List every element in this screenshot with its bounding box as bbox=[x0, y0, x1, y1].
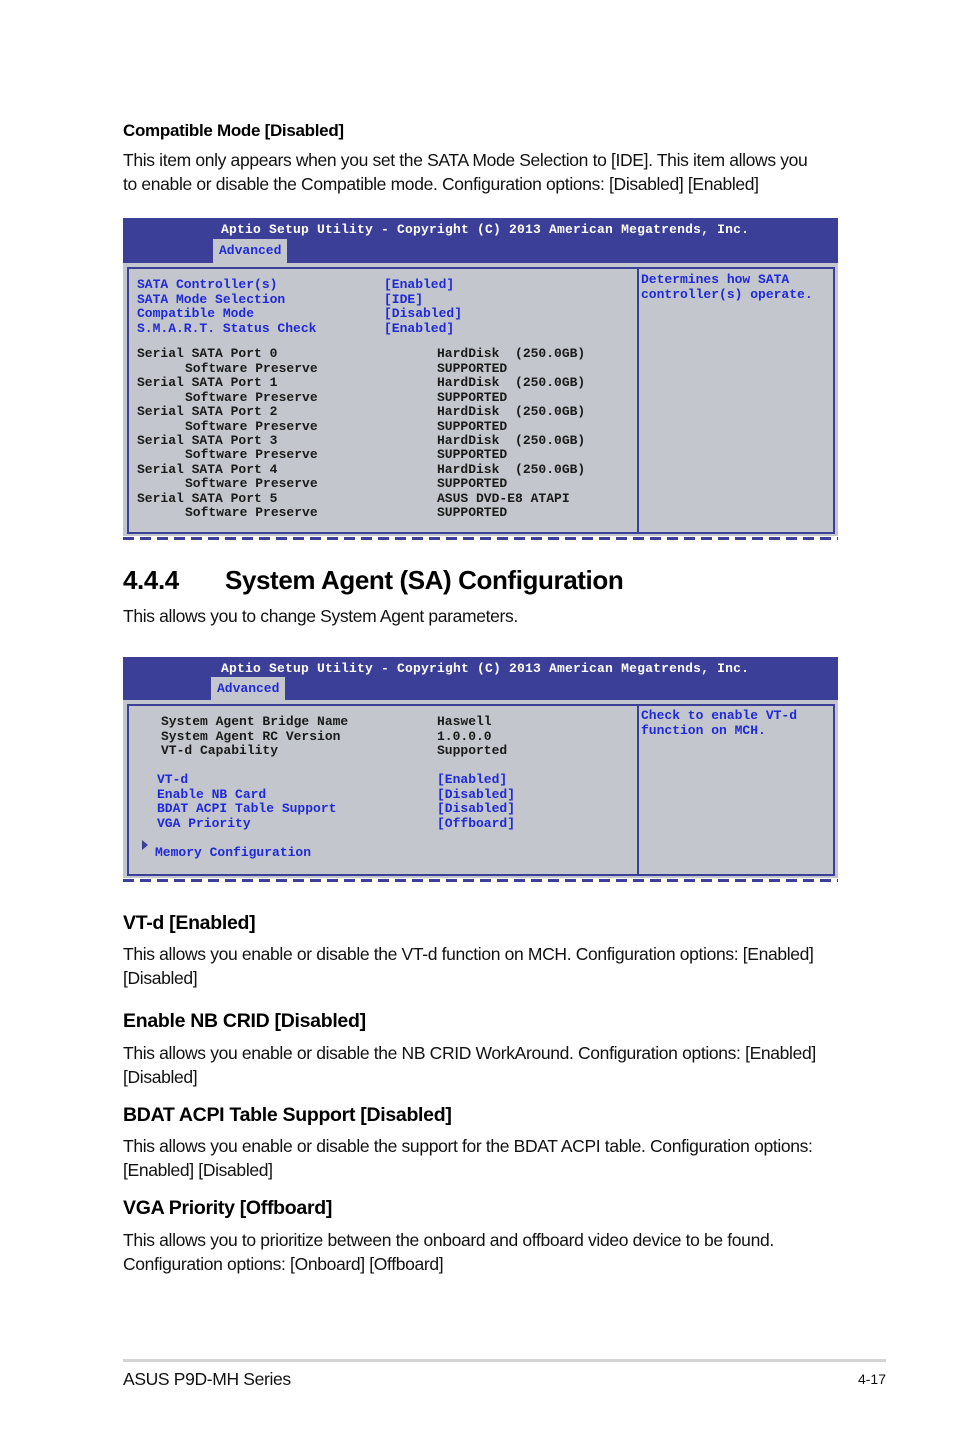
section-title: System Agent (SA) Configuration bbox=[225, 565, 624, 595]
port-label: Serial SATA Port 3 bbox=[137, 432, 278, 448]
description-line: [Disabled] bbox=[123, 967, 198, 988]
bios-body: SATA Controller(s) [Enabled] SATA Mode S… bbox=[127, 267, 835, 534]
setting-value[interactable]: [Disabled] bbox=[384, 306, 462, 322]
footer-rule bbox=[123, 1359, 886, 1362]
bios-bottom-dashes bbox=[123, 537, 838, 540]
port-sub-label: Software Preserve bbox=[185, 360, 318, 376]
bios-bottom-dashes bbox=[123, 879, 838, 882]
setting-label[interactable]: S.M.A.R.T. Status Check bbox=[137, 321, 316, 337]
port-device: ASUS DVD-E8 ATAPI bbox=[437, 490, 570, 506]
footer-product: ASUS P9D-MH Series bbox=[123, 1369, 291, 1389]
port-sub-label: Software Preserve bbox=[185, 418, 318, 434]
help-line: Check to enable VT-d bbox=[641, 708, 798, 723]
info-label: System Agent RC Version bbox=[161, 728, 341, 744]
port-sub-value: SUPPORTED bbox=[437, 476, 508, 491]
setting-vga-priority[interactable]: VGA Priority bbox=[157, 816, 251, 832]
bios-title: Aptio Setup Utility - Copyright (C) 2013… bbox=[221, 222, 750, 237]
tab-advanced[interactable]: Advanced bbox=[211, 677, 286, 700]
setting-vga-priority-value[interactable]: [Offboard] bbox=[437, 816, 515, 832]
port-label: Serial SATA Port 0 bbox=[137, 346, 278, 361]
port-sub-value: SUPPORTED bbox=[437, 505, 508, 520]
description-line: to enable or disable the Compatible mode… bbox=[123, 173, 759, 194]
bios-screen-sata: Aptio Setup Utility - Copyright (C) 2013… bbox=[123, 218, 838, 536]
description-line: This item only appears when you set the … bbox=[123, 150, 808, 170]
info-value: Supported bbox=[437, 743, 508, 758]
help-line: Determines how SATA bbox=[641, 272, 790, 287]
setting-enable-nb-card[interactable]: Enable NB Card bbox=[157, 787, 266, 803]
bios-header: Aptio Setup Utility - Copyright (C) 2013… bbox=[123, 657, 838, 700]
vga-priority-heading: VGA Priority [Offboard] bbox=[123, 1197, 333, 1219]
port-label: Serial SATA Port 5 bbox=[137, 490, 278, 506]
description-line: This allows you to prioritize between th… bbox=[123, 1230, 774, 1250]
port-sub-label: Software Preserve bbox=[185, 389, 318, 405]
description-line: Configuration options: [Onboard] [Offboa… bbox=[123, 1253, 444, 1274]
page-number: 4-17 bbox=[857, 1371, 886, 1387]
port-sub-value: SUPPORTED bbox=[437, 360, 508, 376]
bdat-acpi-description: This allows you enable or disable the su… bbox=[123, 1135, 843, 1182]
enable-nb-crid-heading: Enable NB CRID [Disabled] bbox=[123, 1010, 366, 1032]
setting-vt-d[interactable]: VT-d bbox=[157, 772, 188, 788]
setting-label[interactable]: SATA Controller(s) bbox=[137, 277, 277, 293]
setting-value[interactable]: [IDE] bbox=[384, 292, 423, 308]
port-label: Serial SATA Port 1 bbox=[137, 375, 278, 390]
port-sub-value: SUPPORTED bbox=[437, 447, 508, 462]
compatible-mode-description: This item only appears when you set the … bbox=[123, 149, 843, 196]
help-line: controller(s) operate. bbox=[641, 286, 813, 302]
setting-enable-nb-card-value[interactable]: [Disabled] bbox=[437, 787, 515, 803]
setting-bdat-acpi-value[interactable]: [Disabled] bbox=[437, 801, 515, 817]
vt-d-heading: VT-d [Enabled] bbox=[123, 912, 256, 934]
port-sub-label: Software Preserve bbox=[185, 505, 318, 520]
enable-nb-crid-description: This allows you enable or disable the NB… bbox=[123, 1042, 843, 1089]
port-device: HardDisk (250.0GB) bbox=[437, 346, 586, 361]
section-heading: 4.4.4 System Agent (SA) Configuration bbox=[123, 565, 624, 596]
info-value: 1.0.0.0 bbox=[437, 728, 492, 744]
bios-body: System Agent Bridge Name Haswell System … bbox=[127, 704, 835, 876]
vga-priority-description: This allows you to prioritize between th… bbox=[123, 1229, 843, 1276]
submenu-arrow-icon bbox=[142, 840, 148, 850]
port-sub-value: SUPPORTED bbox=[437, 389, 508, 405]
description-line: This allows you enable or disable the VT… bbox=[123, 944, 814, 964]
port-label: Serial SATA Port 4 bbox=[137, 461, 278, 477]
submenu-memory-configuration[interactable]: Memory Configuration bbox=[155, 845, 311, 861]
description-line: [Disabled] bbox=[123, 1066, 198, 1087]
setting-label[interactable]: SATA Mode Selection bbox=[137, 292, 285, 308]
info-label: VT-d Capability bbox=[161, 743, 279, 758]
bios-header: Aptio Setup Utility - Copyright (C) 2013… bbox=[123, 218, 838, 263]
tab-advanced[interactable]: Advanced bbox=[213, 239, 288, 263]
setting-bdat-acpi[interactable]: BDAT ACPI Table Support bbox=[157, 801, 336, 817]
info-value: Haswell bbox=[437, 714, 492, 729]
section-description: This allows you to change System Agent p… bbox=[123, 606, 518, 626]
port-device: HardDisk (250.0GB) bbox=[437, 432, 586, 448]
section-number: 4.4.4 bbox=[123, 565, 179, 595]
bios-settings-pane: System Agent Bridge Name Haswell System … bbox=[129, 706, 639, 874]
description-line: [Enabled] [Disabled] bbox=[123, 1159, 273, 1180]
description-line: This allows you enable or disable the NB… bbox=[123, 1043, 816, 1063]
help-text: Check to enable VT-d function on MCH. bbox=[641, 708, 798, 738]
description-line: This allows you enable or disable the su… bbox=[123, 1136, 813, 1156]
port-sub-value: SUPPORTED bbox=[437, 418, 508, 434]
setting-value[interactable]: [Enabled] bbox=[384, 277, 454, 293]
port-sub-label: Software Preserve bbox=[185, 447, 318, 462]
setting-label[interactable]: Compatible Mode bbox=[137, 306, 254, 322]
help-line: function on MCH. bbox=[641, 722, 766, 738]
help-text: Determines how SATA controller(s) operate… bbox=[641, 272, 813, 302]
bdat-acpi-heading: BDAT ACPI Table Support [Disabled] bbox=[123, 1104, 452, 1126]
info-label: System Agent Bridge Name bbox=[161, 714, 349, 729]
bios-settings-pane: SATA Controller(s) [Enabled] SATA Mode S… bbox=[129, 269, 639, 532]
port-device: HardDisk (250.0GB) bbox=[437, 375, 586, 390]
port-device: HardDisk (250.0GB) bbox=[437, 404, 586, 419]
compatible-mode-heading: Compatible Mode [Disabled] bbox=[123, 121, 344, 140]
setting-vt-d-value[interactable]: [Enabled] bbox=[437, 772, 507, 788]
vt-d-description: This allows you enable or disable the VT… bbox=[123, 943, 843, 990]
bios-screen-system-agent: Aptio Setup Utility - Copyright (C) 2013… bbox=[123, 657, 838, 878]
port-label: Serial SATA Port 2 bbox=[137, 404, 278, 419]
bios-title: Aptio Setup Utility - Copyright (C) 2013… bbox=[221, 661, 750, 676]
setting-value[interactable]: [Enabled] bbox=[384, 321, 454, 337]
port-sub-label: Software Preserve bbox=[185, 476, 318, 491]
port-device: HardDisk (250.0GB) bbox=[437, 461, 586, 477]
